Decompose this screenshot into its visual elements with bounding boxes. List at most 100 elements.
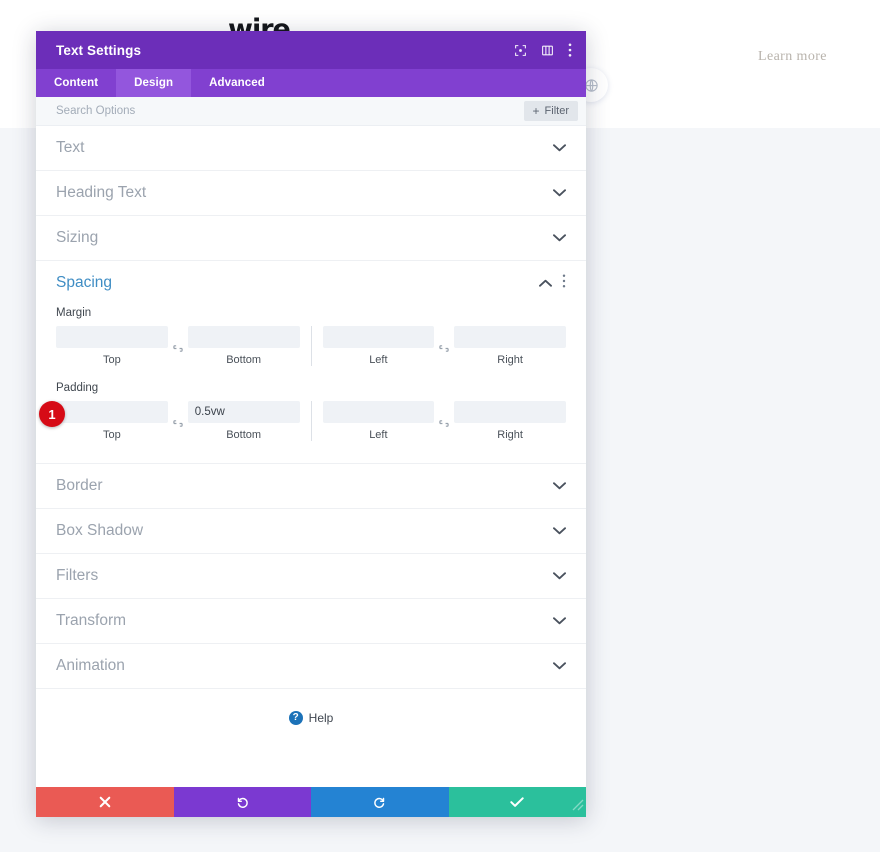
chevron-down-icon[interactable] <box>553 482 566 490</box>
tab-advanced[interactable]: Advanced <box>191 69 283 97</box>
section-animation-header[interactable]: Animation <box>36 644 586 688</box>
section-spacing: Spacing Margin Top Bottom Left Right Pad… <box>36 261 586 464</box>
padding-top-input[interactable] <box>56 401 168 423</box>
undo-button[interactable] <box>173 787 311 817</box>
padding-quad: Top Bottom <box>56 401 566 441</box>
search-row: + Filter <box>36 97 586 126</box>
padding-left-cell: Left <box>322 401 435 441</box>
modal-header-actions <box>514 43 572 57</box>
padding-bottom-input[interactable] <box>187 401 300 423</box>
margin-left-right-pair: Left Right <box>322 326 566 366</box>
section-sizing-header[interactable]: Sizing <box>36 216 586 260</box>
chevron-down-icon[interactable] <box>553 527 566 535</box>
split-view-icon[interactable] <box>541 44 554 57</box>
padding-left-label: Left <box>369 429 388 441</box>
modal-footer <box>36 787 586 817</box>
undo-icon <box>238 797 249 808</box>
modal-tabs: Content Design Advanced <box>36 69 586 97</box>
chevron-up-icon[interactable] <box>539 279 552 287</box>
section-heading-text-title: Heading Text <box>56 184 147 201</box>
section-animation-controls <box>553 662 566 670</box>
section-text-header[interactable]: Text <box>36 126 586 170</box>
divider <box>310 326 312 366</box>
help-icon: ? <box>288 711 303 725</box>
chevron-down-icon[interactable] <box>553 617 566 625</box>
section-transform-controls <box>553 617 566 625</box>
section-heading-text: Heading Text <box>36 171 586 216</box>
section-transform-title: Transform <box>56 612 127 629</box>
save-button[interactable] <box>448 787 586 817</box>
margin-left-label: Left <box>369 354 388 366</box>
redo-button[interactable] <box>311 787 449 817</box>
margin-top-bottom-link-icon[interactable] <box>168 340 188 353</box>
margin-bottom-label: Bottom <box>226 354 262 366</box>
check-icon <box>510 797 524 807</box>
section-spacing-header[interactable]: Spacing <box>36 261 586 305</box>
padding-left-right-pair: Left Right <box>322 401 566 441</box>
margin-top-label: Top <box>103 354 121 366</box>
margin-bottom-input[interactable] <box>187 326 300 348</box>
chevron-down-icon[interactable] <box>553 189 566 197</box>
redo-icon <box>373 797 384 808</box>
padding-top-bottom-pair: Top Bottom <box>56 401 300 441</box>
margin-right-cell: Right <box>454 326 566 366</box>
section-spacing-controls <box>539 274 566 293</box>
chevron-down-icon[interactable] <box>553 662 566 670</box>
plus-icon: + <box>532 104 540 118</box>
focus-target-icon[interactable] <box>514 44 527 57</box>
search-input[interactable] <box>56 105 524 117</box>
section-animation-title: Animation <box>56 657 125 674</box>
section-spacing-title: Spacing <box>56 274 113 291</box>
section-box-shadow-controls <box>553 527 566 535</box>
margin-right-input[interactable] <box>454 326 566 348</box>
padding-left-input[interactable] <box>322 401 435 423</box>
more-vertical-icon[interactable] <box>562 274 566 293</box>
section-border-controls <box>553 482 566 490</box>
help-link[interactable]: ? Help <box>36 689 586 725</box>
section-filters: Filters <box>36 554 586 599</box>
section-text-controls <box>553 144 566 152</box>
text-settings-modal: Text Settings Content Design Advanced Se… <box>36 31 586 817</box>
spacing-panel: Margin Top Bottom Left Right Padding Top… <box>36 307 586 463</box>
section-heading-text-controls <box>553 189 566 197</box>
margin-left-right-link-icon[interactable] <box>434 340 454 353</box>
learn-more-link[interactable]: Learn more <box>758 49 827 65</box>
tab-design[interactable]: Design <box>116 69 192 97</box>
cancel-button[interactable] <box>36 787 174 817</box>
chevron-down-icon[interactable] <box>553 572 566 580</box>
section-border-header[interactable]: Border <box>36 464 586 508</box>
section-filters-controls <box>553 572 566 580</box>
margin-top-input[interactable] <box>56 326 168 348</box>
annotation-marker-1: 1 <box>39 401 65 427</box>
divider <box>310 401 312 441</box>
padding-bottom-cell: Bottom <box>187 401 300 441</box>
help-label: Help <box>308 711 334 725</box>
section-transform: Transform <box>36 599 586 644</box>
padding-bottom-label: Bottom <box>226 429 262 441</box>
padding-top-cell: Top <box>56 401 168 441</box>
padding-label: Padding <box>56 382 99 394</box>
more-vertical-icon[interactable] <box>568 43 572 57</box>
chevron-down-icon[interactable] <box>553 144 566 152</box>
section-transform-header[interactable]: Transform <box>36 599 586 643</box>
margin-right-label: Right <box>497 354 523 366</box>
section-filters-header[interactable]: Filters <box>36 554 586 598</box>
section-box-shadow-header[interactable]: Box Shadow <box>36 509 586 553</box>
modal-body: Text Heading Text Sizing Spacing Margin … <box>36 126 586 787</box>
padding-top-bottom-link-icon[interactable] <box>168 415 188 428</box>
section-text: Text <box>36 126 586 171</box>
section-box-shadow: Box Shadow <box>36 509 586 554</box>
margin-left-input[interactable] <box>322 326 435 348</box>
padding-left-right-link-icon[interactable] <box>434 415 454 428</box>
tab-content[interactable]: Content <box>36 69 116 97</box>
chevron-down-icon[interactable] <box>553 234 566 242</box>
padding-top-label: Top <box>103 429 121 441</box>
filter-button[interactable]: + Filter <box>523 101 578 121</box>
section-heading-text-header[interactable]: Heading Text <box>36 171 586 215</box>
margin-bottom-cell: Bottom <box>187 326 300 366</box>
section-sizing-title: Sizing <box>56 229 99 246</box>
margin-left-cell: Left <box>322 326 435 366</box>
section-border: Border <box>36 464 586 509</box>
padding-right-label: Right <box>497 429 523 441</box>
padding-right-input[interactable] <box>454 401 566 423</box>
